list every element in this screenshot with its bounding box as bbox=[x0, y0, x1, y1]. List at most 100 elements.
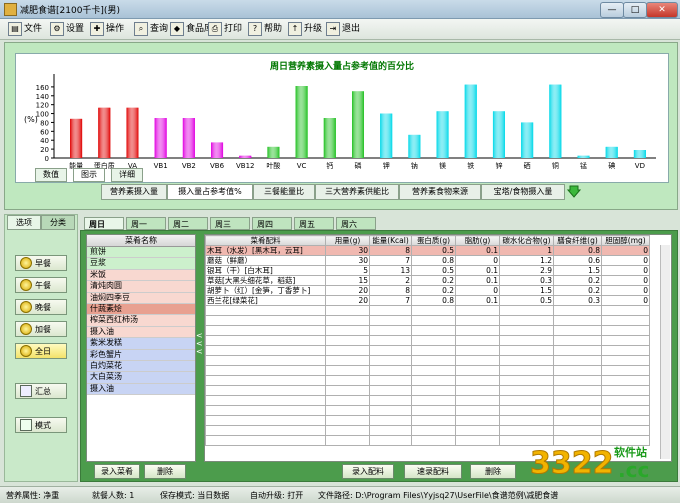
dish-list-item[interactable]: 清炖肉圆 bbox=[87, 281, 195, 293]
column-header[interactable]: 碳水化合物(g) bbox=[499, 235, 554, 246]
add-ingredient-button[interactable]: 录入配料 bbox=[342, 464, 394, 479]
bar-highlight bbox=[239, 155, 252, 158]
day-tab-6[interactable]: 周六 bbox=[336, 217, 376, 230]
grid-scrollbar[interactable] bbox=[660, 245, 670, 459]
table-row[interactable] bbox=[205, 345, 650, 356]
table-row[interactable] bbox=[205, 315, 650, 326]
toolbar-operation-button[interactable]: ✚ 操作 bbox=[88, 21, 126, 37]
chart-tab-values[interactable]: 数值 bbox=[35, 168, 67, 182]
table-cell bbox=[553, 375, 602, 386]
toolbar-file-button[interactable]: ▤ 文件 bbox=[6, 21, 44, 37]
dish-list-item[interactable]: 煎饼 bbox=[87, 247, 195, 259]
table-row[interactable]: 蘑菇（鲜蘑） 30 7 0.8 0 1.2 0.6 0 bbox=[205, 255, 650, 266]
tab-options[interactable]: 选项 bbox=[7, 215, 41, 230]
day-tab-2[interactable]: 周二 bbox=[168, 217, 208, 230]
table-cell bbox=[601, 425, 650, 436]
dish-list-item[interactable]: 彩色蟹片 bbox=[87, 349, 195, 361]
y-tick-label: 160 bbox=[36, 84, 49, 92]
delete-ingredient-button[interactable]: 删除 bbox=[470, 464, 516, 479]
table-row[interactable]: 胡萝卜（红）[金笋，丁香萝卜] 20 8 0.2 0 1.5 0.2 0 bbox=[205, 285, 650, 296]
tab-macro-energy-ratio[interactable]: 三大营养素供能比 bbox=[315, 184, 399, 200]
toolbar-upgrade-button[interactable]: ↑ 升级 bbox=[286, 21, 324, 37]
add-dish-button[interactable]: 录入菜肴 bbox=[94, 464, 140, 479]
mode-button[interactable]: 模式 bbox=[15, 417, 67, 433]
column-header[interactable]: 膳食纤维(g) bbox=[553, 235, 602, 246]
day-tab-4[interactable]: 周四 bbox=[252, 217, 292, 230]
table-cell bbox=[601, 305, 650, 316]
column-header[interactable]: 胆固醇(mg) bbox=[601, 235, 650, 246]
chart-tab-graph[interactable]: 图示 bbox=[73, 168, 105, 182]
dish-list-item[interactable]: 米饭 bbox=[87, 269, 195, 282]
chart-tab-detail[interactable]: 详细 bbox=[111, 168, 143, 182]
meal-button-lunch[interactable]: 午餐 bbox=[15, 277, 67, 293]
table-cell bbox=[369, 365, 412, 376]
dish-list-item[interactable]: 大白菜汤 bbox=[87, 372, 195, 384]
table-cell bbox=[601, 405, 650, 416]
dish-list-item[interactable]: 榨菜西红柿汤 bbox=[87, 315, 195, 327]
dish-list-item[interactable]: 什蔬素烩 bbox=[87, 303, 195, 316]
dish-list-item[interactable]: 紫米发糕 bbox=[87, 338, 195, 350]
dish-list-item[interactable]: 油焖四季豆 bbox=[87, 292, 195, 304]
tab-meal-energy-ratio[interactable]: 三餐能量比 bbox=[253, 184, 315, 200]
tab-category[interactable]: 分类 bbox=[41, 215, 75, 230]
toolbar-help-button[interactable]: ? 帮助 bbox=[246, 21, 284, 37]
table-row[interactable]: 草菇[大黑头细花草，稻菇] 15 2 0.2 0.1 0.3 0.2 0 bbox=[205, 275, 650, 286]
watermark-tld: .cc bbox=[618, 458, 650, 482]
maximize-button[interactable]: □ bbox=[623, 2, 647, 18]
tab-pyramid-intake[interactable]: 宝塔/食物摄入量 bbox=[481, 184, 565, 200]
arrow-down-icon[interactable] bbox=[567, 184, 581, 198]
summary-button[interactable]: 汇总 bbox=[15, 383, 67, 399]
table-row[interactable] bbox=[205, 395, 650, 406]
column-header[interactable]: 脂肪(g) bbox=[455, 235, 500, 246]
table-row[interactable]: 银耳（干）[白木耳] 5 13 0.5 0.1 2.9 1.5 0 bbox=[205, 265, 650, 276]
table-cell bbox=[369, 385, 412, 396]
column-header[interactable]: 蛋白质(g) bbox=[411, 235, 456, 246]
dish-list-item[interactable]: 摄入油 bbox=[87, 326, 195, 339]
day-tab-0[interactable]: 周日 bbox=[84, 217, 124, 230]
x-tick-label: VB2 bbox=[182, 162, 196, 170]
table-row[interactable]: 木耳（水发）[黑木耳，云耳] 30 8 0.5 0.1 1 0.8 0 bbox=[205, 245, 650, 256]
table-row[interactable] bbox=[205, 405, 650, 416]
table-cell bbox=[369, 345, 412, 356]
toolbar-settings-button[interactable]: ⚙ 设置 bbox=[48, 21, 86, 37]
delete-dish-button[interactable]: 删除 bbox=[144, 464, 186, 479]
table-row[interactable] bbox=[205, 375, 650, 386]
splitter-handle[interactable]: <<< bbox=[196, 330, 202, 354]
meal-label: 晚餐 bbox=[35, 302, 51, 312]
close-button[interactable]: ✕ bbox=[646, 2, 678, 18]
day-tab-5[interactable]: 周五 bbox=[294, 217, 334, 230]
table-row[interactable] bbox=[205, 385, 650, 396]
dish-list-item[interactable]: 摄入油 bbox=[87, 383, 195, 396]
column-header[interactable]: 用量(g) bbox=[325, 235, 370, 246]
day-tab-1[interactable]: 周一 bbox=[126, 217, 166, 230]
table-row[interactable] bbox=[205, 325, 650, 336]
dish-list-item[interactable]: 白灼菜花 bbox=[87, 360, 195, 373]
table-row[interactable] bbox=[205, 355, 650, 366]
status-save-mode: 保存模式: 当日数据 bbox=[160, 491, 230, 500]
meal-button-dinner[interactable]: 晚餐 bbox=[15, 299, 67, 315]
bar-group bbox=[464, 84, 477, 158]
toolbar-label: 操作 bbox=[106, 24, 125, 34]
dish-list-item[interactable]: 豆浆 bbox=[87, 258, 195, 270]
table-row[interactable] bbox=[205, 365, 650, 376]
column-header[interactable]: 能量(Kcal) bbox=[369, 235, 412, 246]
table-row[interactable]: 西兰花[绿菜花] 20 7 0.8 0.1 0.5 0.3 0 bbox=[205, 295, 650, 306]
quick-ingredient-button[interactable]: 速录配料 bbox=[404, 464, 462, 479]
toolbar-print-button[interactable]: ⎙ 打印 bbox=[206, 21, 244, 37]
toolbar-query-button[interactable]: ⌕ 查询 bbox=[132, 21, 170, 37]
tab-nutrient-food-source[interactable]: 营养素食物来源 bbox=[399, 184, 481, 200]
meal-button-breakfast[interactable]: 早餐 bbox=[15, 255, 67, 271]
table-row[interactable] bbox=[205, 335, 650, 346]
meal-button-snack[interactable]: 加餐 bbox=[15, 321, 67, 337]
column-header[interactable]: 菜肴配料 bbox=[205, 235, 326, 246]
table-cell bbox=[455, 375, 500, 386]
table-row[interactable] bbox=[205, 305, 650, 316]
tab-nutrient-intake[interactable]: 营养素摄入量 bbox=[101, 184, 167, 200]
toolbar-exit-button[interactable]: ⇥ 退出 bbox=[324, 21, 362, 37]
table-row[interactable] bbox=[205, 415, 650, 426]
meal-button-all-day[interactable]: 全日 bbox=[15, 343, 67, 359]
tab-intake-percent[interactable]: 摄入量占参考值% bbox=[167, 184, 253, 200]
minimize-button[interactable]: — bbox=[600, 2, 624, 18]
table-row[interactable] bbox=[205, 425, 650, 436]
day-tab-3[interactable]: 周三 bbox=[210, 217, 250, 230]
